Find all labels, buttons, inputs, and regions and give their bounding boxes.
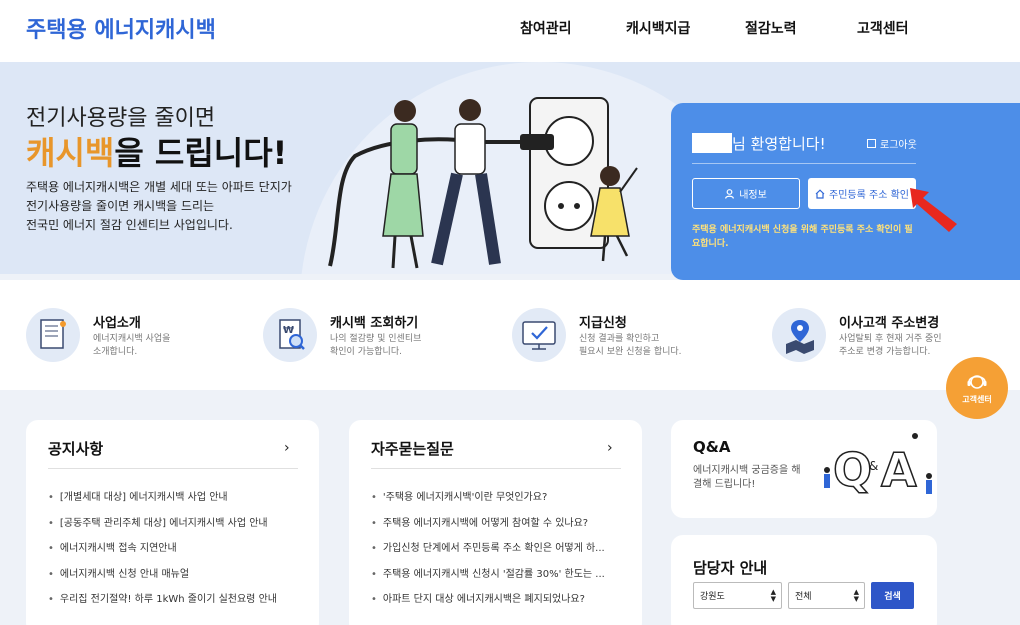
svg-text:Q: Q	[833, 443, 872, 497]
list-item[interactable]: '주택용 에너지캐시백'이란 무엇인가요?	[371, 488, 621, 514]
service-title: 이사고객 주소변경	[839, 316, 940, 331]
red-arrow-icon	[910, 188, 957, 232]
logout-icon	[867, 139, 876, 148]
nav-cashback-payment[interactable]: 캐시백지급	[626, 18, 690, 38]
welcome-message: 님 환영합니다!	[732, 135, 826, 153]
site-logo[interactable]: 주택용 에너지캐시백	[26, 12, 216, 44]
address-check-button[interactable]: 주민등록 주소 확인	[808, 178, 916, 209]
district-select-value: 전체	[795, 592, 812, 602]
list-item[interactable]: [공동주택 관리주체 대상] 에너지캐시백 사업 안내	[48, 514, 277, 540]
svg-text:₩: ₩	[283, 325, 294, 336]
list-item[interactable]: 가입신청 단계에서 주민등록 주소 확인은 어떻게 하...	[371, 539, 621, 565]
card-divider	[48, 468, 298, 469]
list-item[interactable]: [개별세대 대상] 에너지캐시백 사업 안내	[48, 488, 277, 514]
logout-button[interactable]: 로그아웃	[867, 136, 917, 151]
nav-participation[interactable]: 참여관리	[520, 18, 572, 38]
headset-icon	[967, 375, 987, 389]
map-pin-icon	[772, 308, 826, 362]
notice-title[interactable]: 공지사항	[48, 438, 103, 459]
masked-username	[692, 133, 732, 153]
svg-text:&: &	[869, 459, 878, 473]
service-title: 사업소개	[93, 316, 141, 331]
nav-saving-effort[interactable]: 절감노력	[745, 18, 797, 38]
service-cashback-lookup[interactable]: ₩ 캐시백 조회하기 나의 절감량 및 인센티브 확인이 가능합니다.	[263, 306, 483, 366]
qa-description: 에너지캐시백 궁금증을 해결해 드립니다!	[693, 465, 801, 490]
hero-title-rest: 을 드립니다!	[114, 134, 288, 172]
region-select[interactable]: 강원도 ▲ ▼	[693, 582, 782, 609]
customer-center-float-label: 고객센터	[962, 395, 992, 404]
updown-icon: ▲ ▼	[770, 588, 776, 603]
logout-label: 로그아웃	[880, 140, 917, 151]
list-item[interactable]: 아파트 단지 대상 에너지캐시백은 폐지되었나요?	[371, 590, 621, 616]
won-search-icon: ₩	[263, 308, 317, 362]
my-info-label: 내정보	[739, 190, 767, 201]
district-select[interactable]: 전체 ▲ ▼	[788, 582, 865, 609]
service-desc: 사업탈퇴 후 현재 거주 중인 주소로 변경 가능합니다.	[839, 334, 942, 357]
card-divider	[371, 468, 621, 469]
customer-center-float-button[interactable]: 고객센터	[946, 357, 1008, 419]
updown-icon: ▲ ▼	[853, 588, 859, 603]
login-panel: 님 환영합니다! 로그아웃 내정보 주민등록 주소 확인 주택용 에너지캐시백 …	[671, 103, 1020, 280]
address-notice: 주택용 에너지캐시백 신청을 위해 주민등록 주소 확인이 필요합니다.	[692, 225, 913, 249]
notice-list: [개별세대 대상] 에너지캐시백 사업 안내 [공동주택 관리주체 대상] 에너…	[48, 488, 277, 616]
panel-divider	[692, 163, 916, 164]
chevron-right-icon[interactable]: ›	[284, 440, 290, 456]
service-intro[interactable]: 사업소개 에너지캐시백 사업을 소개합니다.	[26, 306, 226, 366]
service-payment-request[interactable]: 지급신청 신청 결과를 확인하고 필요시 보완 신청을 합니다.	[512, 306, 732, 366]
service-title: 지급신청	[579, 316, 627, 331]
hero-desc-line: 전기사용량을 줄이면 캐시백을 드리는	[26, 199, 215, 213]
hero-title-highlight: 캐시백	[26, 134, 115, 172]
region-select-value: 강원도	[700, 592, 725, 602]
svg-text:A: A	[881, 443, 917, 497]
service-desc: 나의 절감량 및 인센티브 확인이 가능합니다.	[330, 334, 422, 357]
list-item[interactable]: 주택용 에너지캐시백에 어떻게 참여할 수 있나요?	[371, 514, 621, 540]
staff-title: 담당자 안내	[693, 559, 768, 577]
service-title: 캐시백 조회하기	[330, 316, 419, 331]
monitor-check-icon	[512, 308, 566, 362]
hero-illustration	[328, 97, 638, 269]
search-button[interactable]: 검색	[871, 582, 914, 609]
faq-card: 자주묻는질문 › '주택용 에너지캐시백'이란 무엇인가요? 주택용 에너지캐시…	[349, 420, 642, 625]
nav-customer-center[interactable]: 고객센터	[857, 18, 909, 38]
document-icon	[26, 308, 80, 362]
list-item[interactable]: 에너지캐시백 신청 안내 매뉴얼	[48, 565, 277, 591]
qa-title: Q&A	[693, 438, 731, 456]
hero-desc-line: 전국민 에너지 절감 인센티브 사업입니다.	[26, 218, 233, 232]
user-icon	[725, 188, 735, 199]
notice-card: 공지사항 › [개별세대 대상] 에너지캐시백 사업 안내 [공동주택 관리주체…	[26, 420, 319, 625]
header: 주택용 에너지캐시백 참여관리 캐시백지급 절감노력 고객센터	[0, 0, 1020, 62]
home-icon	[815, 188, 825, 199]
staff-card: 담당자 안내 강원도 ▲ ▼ 전체 ▲ ▼ 검색	[671, 535, 937, 625]
service-address-change[interactable]: 이사고객 주소변경 사업탈퇴 후 현재 거주 중인 주소로 변경 가능합니다.	[772, 306, 972, 366]
qa-card[interactable]: Q&A 에너지캐시백 궁금증을 해결해 드립니다! Q & A	[671, 420, 937, 518]
faq-list: '주택용 에너지캐시백'이란 무엇인가요? 주택용 에너지캐시백에 어떻게 참여…	[371, 488, 621, 616]
service-shortcuts: 사업소개 에너지캐시백 사업을 소개합니다. ₩ 캐시백 조회하기 나의 절감량 …	[0, 280, 1020, 390]
my-info-button[interactable]: 내정보	[692, 178, 800, 209]
hero-desc-line: 주택용 에너지캐시백은 개별 세대 또는 아파트 단지가	[26, 180, 292, 194]
qa-illustration: Q & A	[824, 433, 932, 498]
service-desc: 에너지캐시백 사업을 소개합니다.	[93, 334, 171, 357]
list-item[interactable]: 우리집 전기절약! 하루 1kWh 줄이기 실천요령 안내	[48, 590, 277, 616]
chevron-right-icon[interactable]: ›	[607, 440, 613, 456]
address-check-label: 주민등록 주소 확인	[829, 190, 909, 201]
list-item[interactable]: 에너지캐시백 접속 지연안내	[48, 539, 277, 565]
hero-title-line2: 캐시백을 드립니다!	[26, 128, 287, 174]
faq-title[interactable]: 자주묻는질문	[371, 438, 454, 459]
hero-description: 주택용 에너지캐시백은 개별 세대 또는 아파트 단지가 전기사용량을 줄이면 …	[26, 178, 326, 235]
list-item[interactable]: 주택용 에너지캐시백 신청시 '절감률 30%' 한도는 ...	[371, 565, 621, 591]
service-desc: 신청 결과를 확인하고 필요시 보완 신청을 합니다.	[579, 334, 682, 357]
